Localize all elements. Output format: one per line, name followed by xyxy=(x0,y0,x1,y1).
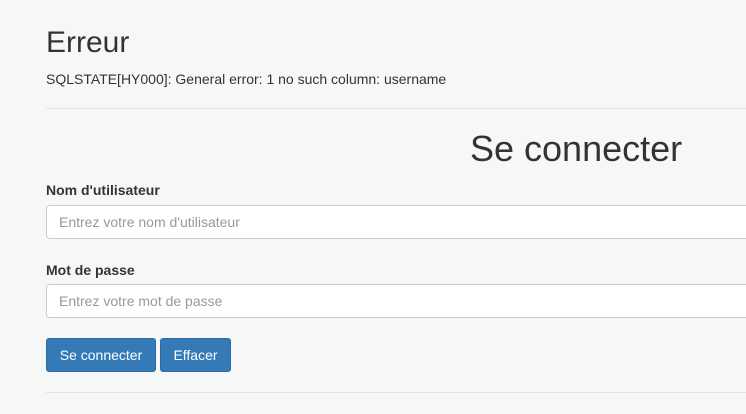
login-button[interactable]: Se connecter xyxy=(46,338,156,372)
error-title: Erreur xyxy=(46,26,130,59)
error-message: SQLSTATE[HY000]: General error: 1 no suc… xyxy=(46,71,447,87)
login-title: Se connecter xyxy=(470,128,683,169)
username-input[interactable] xyxy=(46,205,746,239)
divider xyxy=(46,108,746,109)
divider xyxy=(46,392,746,393)
password-input[interactable] xyxy=(46,284,746,318)
username-label: Nom d'utilisateur xyxy=(46,182,160,198)
reset-button[interactable]: Effacer xyxy=(160,338,231,372)
password-label: Mot de passe xyxy=(46,262,135,278)
